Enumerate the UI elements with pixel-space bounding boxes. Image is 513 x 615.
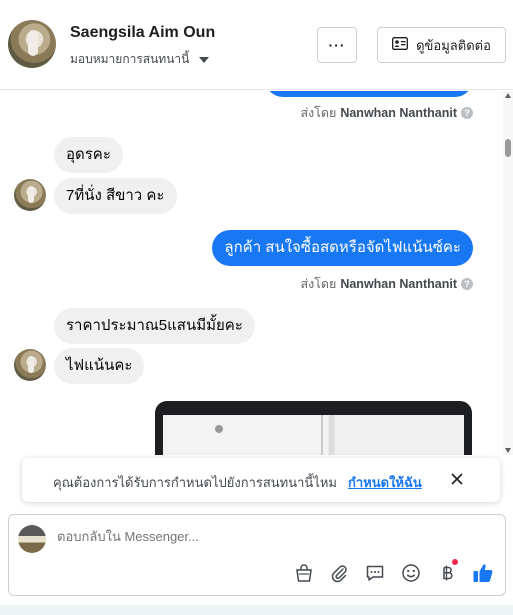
close-icon[interactable] — [449, 471, 465, 487]
view-contact-info-button[interactable]: ดูข้อมูลติดต่อ — [377, 27, 506, 63]
caret-down-icon — [199, 56, 210, 63]
attachment-icon[interactable] — [327, 561, 351, 585]
page-avatar — [18, 525, 46, 553]
contact-name[interactable]: Saengsila Aim Oun — [70, 24, 215, 42]
reply-composer — [8, 514, 506, 596]
scroll-up-arrow-icon[interactable] — [505, 93, 511, 98]
incoming-message-bubble[interactable]: ราคาประมาณ5แสนมีมั้ยคะ — [54, 308, 255, 344]
emoji-icon[interactable] — [399, 561, 423, 585]
scroll-thumb[interactable] — [505, 139, 511, 157]
sent-by-caption: ส่งโดย Nanwhan Nanthanit ? — [300, 103, 473, 123]
contact-avatar-small — [14, 179, 46, 211]
incoming-message-bubble[interactable]: ไฟแน้นคะ — [54, 348, 145, 384]
bottom-edge — [0, 605, 513, 615]
attachment-preview — [163, 415, 464, 455]
outgoing-message-bubble — [265, 91, 473, 97]
sent-by-name: Nanwhan Nanthanit — [340, 106, 457, 120]
bag-icon[interactable] — [292, 561, 316, 585]
contact-card-icon — [392, 37, 409, 53]
baht-icon[interactable] — [435, 559, 459, 585]
sent-by-prefix: ส่งโดย — [300, 106, 337, 120]
banner-text: คุณต้องการได้รับการกำหนดไปยังการสนทนานี้… — [53, 475, 337, 490]
assign-dropdown[interactable]: มอบหมายการสนทนานี้ — [70, 50, 210, 69]
conversation-header: Saengsila Aim Oun มอบหมายการสนทนานี้ ···… — [0, 0, 513, 90]
scroll-down-arrow-icon[interactable] — [505, 448, 511, 453]
ellipsis-icon: ··· — [328, 37, 346, 53]
image-attachment[interactable] — [155, 401, 472, 455]
sent-by-prefix: ส่งโดย — [300, 277, 337, 291]
message-list[interactable]: ส่งโดย Nanwhan Nanthanit ? อุดรคะ 7ที่นั… — [0, 91, 503, 455]
reply-input[interactable] — [57, 529, 457, 544]
help-icon[interactable]: ? — [461, 107, 473, 119]
assign-to-me-link[interactable]: กำหนดให้ฉัน — [348, 472, 422, 493]
sent-by-caption: ส่งโดย Nanwhan Nanthanit ? — [300, 274, 473, 294]
thumbs-up-icon[interactable] — [471, 561, 495, 585]
sent-by-name: Nanwhan Nanthanit — [340, 277, 457, 291]
outgoing-message-bubble[interactable]: ลูกค้า สนใจซื้อสดหรือจัดไฟแน้นซ์คะ — [212, 230, 473, 266]
saved-reply-icon[interactable] — [363, 561, 387, 585]
contact-avatar-small — [14, 349, 46, 381]
assign-banner: คุณต้องการได้รับการกำหนดไปยังการสนทนานี้… — [22, 458, 500, 502]
message-scrollbar[interactable] — [503, 91, 513, 455]
more-options-button[interactable]: ··· — [317, 27, 357, 63]
help-icon[interactable]: ? — [461, 278, 473, 290]
conversation-panel: Saengsila Aim Oun มอบหมายการสนทนานี้ ···… — [0, 0, 513, 615]
assign-label: มอบหมายการสนทนานี้ — [70, 52, 190, 66]
view-contact-info-label: ดูข้อมูลติดต่อ — [416, 37, 491, 53]
notification-dot — [452, 559, 458, 565]
incoming-message-bubble[interactable]: 7ที่นั่ง สีขาว คะ — [54, 178, 177, 214]
incoming-message-bubble[interactable]: อุดรคะ — [54, 137, 123, 173]
contact-avatar[interactable] — [8, 20, 56, 68]
